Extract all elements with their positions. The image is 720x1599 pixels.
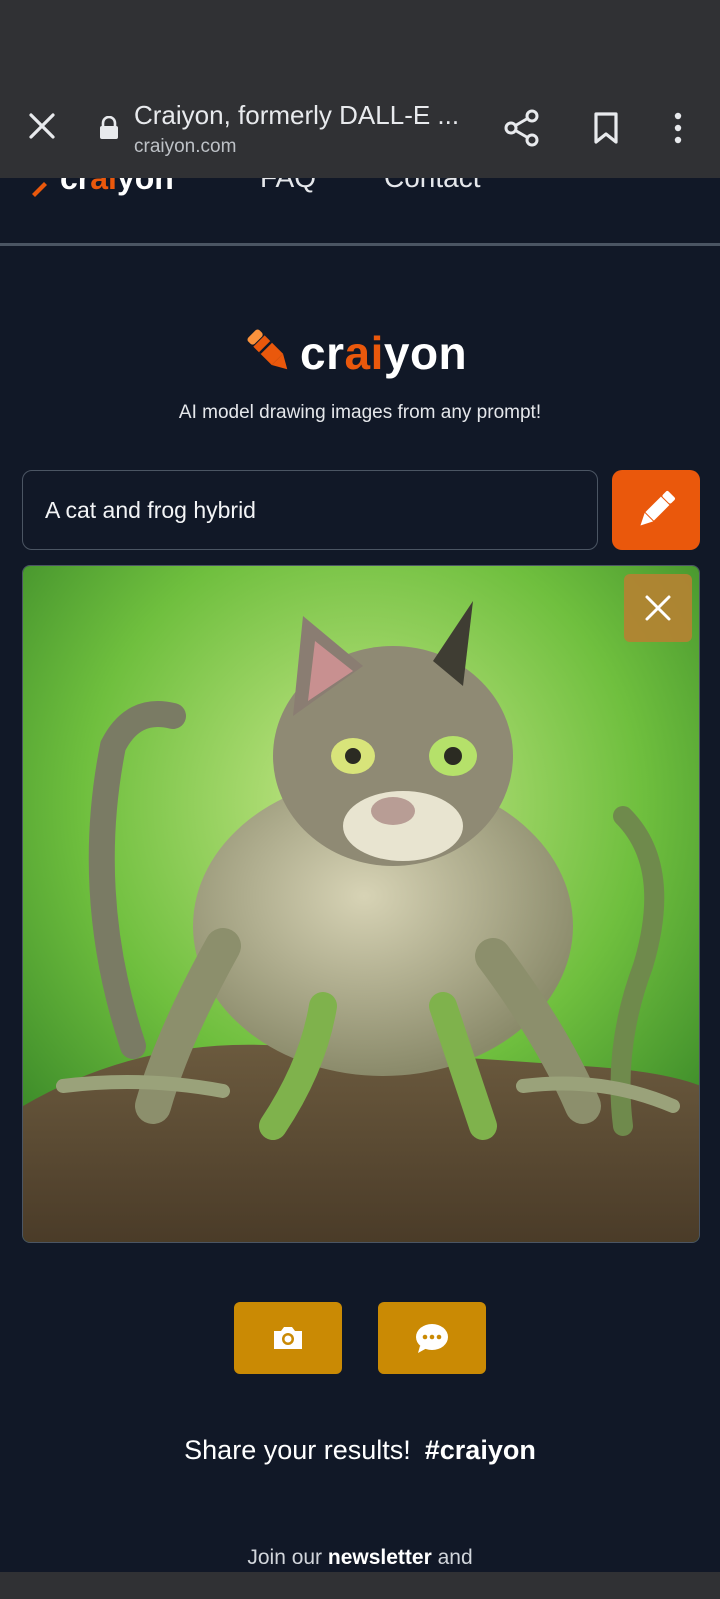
page-url[interactable]: craiyon.com [134,136,236,158]
bookmark-icon[interactable] [588,110,624,146]
newsletter-link[interactable]: newsletter [328,1546,432,1569]
nav-link-faq[interactable]: FAQ [260,178,316,194]
draw-button[interactable] [612,470,700,550]
share-icon[interactable] [502,108,542,148]
pencil-icon [32,182,47,197]
share-results: Share your results! #craiyon [0,1435,720,1466]
brand-text-end: yon [116,178,174,196]
camera-icon [274,1327,302,1349]
lock-icon [100,116,118,139]
wordmark-text: cr [300,327,345,379]
share-text: Share your results! [184,1435,411,1465]
generated-image-art [23,566,699,1242]
pencil-logo-icon [247,329,288,370]
system-nav-bar [0,1572,720,1599]
wordmark-text-ai: ai [344,327,384,379]
close-icon [645,595,671,621]
screenshot-button[interactable] [234,1302,342,1374]
wordmark-text-end: yon [383,327,468,379]
hashtag-link[interactable]: #craiyon [425,1435,536,1465]
nav-divider [0,243,720,246]
pencil-icon [640,491,675,526]
brand-text-ai: ai [90,178,117,196]
dismiss-button[interactable] [624,574,692,642]
craiyon-wordmark: craiyon [300,326,467,380]
nav-link-contact[interactable]: Contact [384,178,481,194]
more-vert-icon[interactable] [666,110,690,146]
newsletter-text: Join our newsletter and [0,1546,720,1570]
chat-bubble-icon [416,1324,448,1353]
browser-toolbar: Craiyon, formerly DALL-E ... craiyon.com [0,0,720,178]
feedback-button[interactable] [378,1302,486,1374]
generated-image[interactable] [22,565,700,1243]
newsletter-post: and [431,1546,473,1569]
brand-text: cr [60,178,91,196]
tagline: AI model drawing images from any prompt! [178,402,542,423]
prompt-input[interactable] [22,470,598,550]
newsletter-pre: Join our [247,1546,328,1569]
site-nav: craiyon FAQ Contact [0,178,720,244]
site-nav-brand[interactable]: craiyon [60,178,174,197]
close-icon[interactable] [26,110,58,142]
page-title[interactable]: Craiyon, formerly DALL-E ... [134,100,459,131]
